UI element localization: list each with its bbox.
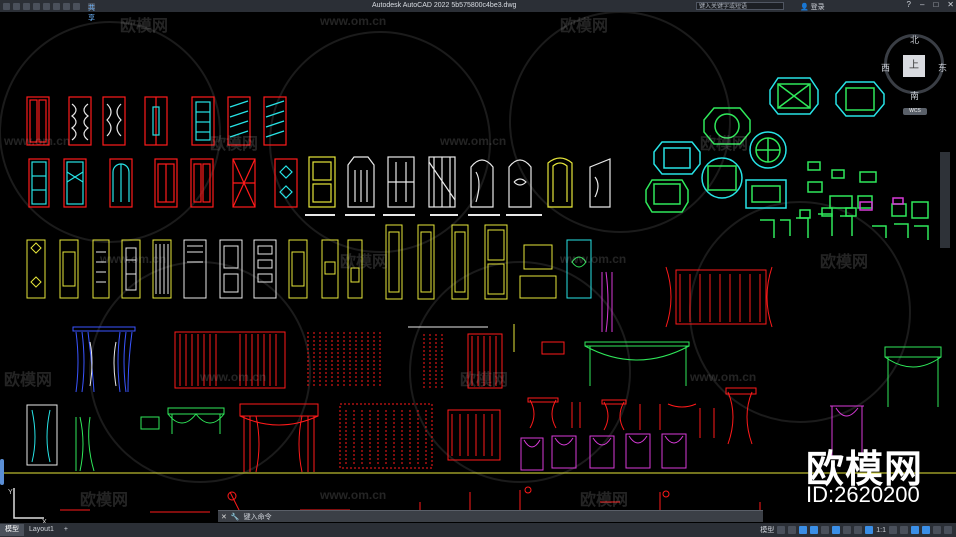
window-controls: ? – □ ✕ <box>907 0 954 9</box>
grid-icon[interactable] <box>777 526 786 534</box>
annotation-scale[interactable]: 1:1 <box>876 527 886 534</box>
watermark-brand: 欧模网 <box>80 492 129 509</box>
polar-icon[interactable] <box>810 526 819 534</box>
watermark-brand: 欧模网 <box>700 136 749 153</box>
command-line[interactable]: ✕ 🔧 键入命令 <box>218 510 763 522</box>
annotation-icon[interactable] <box>865 526 874 534</box>
snap-icon[interactable] <box>788 526 797 534</box>
maximize-icon[interactable]: □ <box>933 0 938 9</box>
help-icon[interactable]: ? <box>907 0 911 9</box>
model-space-label[interactable]: 模型 <box>760 525 774 535</box>
watermark-url: www.om.cn <box>320 14 387 28</box>
redo-icon[interactable] <box>63 2 70 10</box>
door-row-2 <box>28 156 611 208</box>
login-label: 登录 <box>810 4 825 11</box>
viewcube-top-face[interactable]: 上 <box>903 55 925 77</box>
open-file-icon[interactable] <box>13 2 20 10</box>
plot-icon[interactable] <box>43 2 50 10</box>
viewcube-west[interactable]: 西 <box>881 61 890 74</box>
title-bar: 共享 Autodesk AutoCAD 2022 5b575800c4be3.d… <box>0 0 956 22</box>
isodraft-icon[interactable] <box>821 526 830 534</box>
object-snap-icon[interactable] <box>832 526 841 534</box>
new-file-icon[interactable] <box>3 2 10 10</box>
gear-icon[interactable] <box>889 526 897 534</box>
watermark-brand: 欧模网 <box>560 18 609 35</box>
watermark-url: www.om.cn <box>320 488 387 502</box>
viewcube-north[interactable]: 北 <box>910 33 919 46</box>
watermark-url: www.om.cn <box>560 252 627 266</box>
share-icon[interactable] <box>73 2 80 10</box>
save-as-icon[interactable] <box>33 2 40 10</box>
ornament-cluster <box>645 77 929 240</box>
minimize-icon[interactable]: – <box>920 0 924 9</box>
close-icon[interactable]: ✕ <box>221 513 227 521</box>
window-title: Autodesk AutoCAD 2022 5b575800c4be3.dwg <box>372 2 517 9</box>
tab-model[interactable]: 模型 <box>0 524 24 536</box>
watermark-brand: 欧模网 <box>820 254 869 271</box>
login-button[interactable]: 👤 登录 <box>800 2 825 12</box>
wcs-menu[interactable]: WCS <box>903 108 927 115</box>
customize-menu-icon[interactable] <box>944 526 952 534</box>
quick-access-toolbar: 共享 <box>0 2 95 22</box>
save-icon[interactable] <box>23 2 30 10</box>
watermark-brand: 欧模网 <box>460 372 509 389</box>
hardware-acceleration-icon[interactable] <box>922 526 930 534</box>
transparency-icon[interactable] <box>854 526 863 534</box>
viewcube-south[interactable]: 南 <box>910 89 919 102</box>
ortho-icon[interactable] <box>799 526 808 534</box>
watermark-brand: 欧模网 <box>210 136 259 153</box>
tab-layout1[interactable]: Layout1 <box>24 524 59 536</box>
undo-icon[interactable] <box>53 2 60 10</box>
add-layout-button[interactable]: + <box>59 524 73 536</box>
ucs-icon: Y X <box>8 488 47 526</box>
watermark-url: www.om.cn <box>200 370 267 384</box>
close-icon[interactable]: ✕ <box>947 0 954 9</box>
status-bar: 模型 Layout1 + 模型 1:1 <box>0 523 956 537</box>
command-prompt[interactable]: 键入命令 <box>244 512 272 522</box>
watermark-brand: 欧模网 <box>580 492 629 509</box>
watermark-url: www.om.cn <box>690 370 757 384</box>
viewcube-east[interactable]: 东 <box>938 61 947 74</box>
door-captions <box>305 214 542 216</box>
watermark-brand: 欧模网 <box>340 254 389 271</box>
side-panel-handle[interactable] <box>0 459 4 485</box>
watermark-url: www.om.cn <box>440 134 507 148</box>
svg-text:Y: Y <box>8 489 13 496</box>
wrench-icon[interactable]: 🔧 <box>231 513 240 521</box>
isolate-icon[interactable] <box>911 526 919 534</box>
watermark-url: www.om.cn <box>4 134 71 148</box>
lineweight-icon[interactable] <box>843 526 852 534</box>
navigation-bar[interactable] <box>940 152 950 248</box>
watermark-brand: 欧模网 <box>4 372 53 389</box>
search-input[interactable]: 键入关键字或短语 <box>696 2 784 10</box>
watermark-url: www.om.cn <box>100 252 167 266</box>
watermark-brand: 欧模网 <box>120 18 169 35</box>
clean-screen-icon[interactable] <box>933 526 941 534</box>
status-tools: 模型 1:1 <box>760 525 952 535</box>
plus-icon[interactable] <box>900 526 908 534</box>
overlay-id: ID:2620200 <box>806 482 920 507</box>
share-button[interactable]: 共享 <box>88 2 95 22</box>
